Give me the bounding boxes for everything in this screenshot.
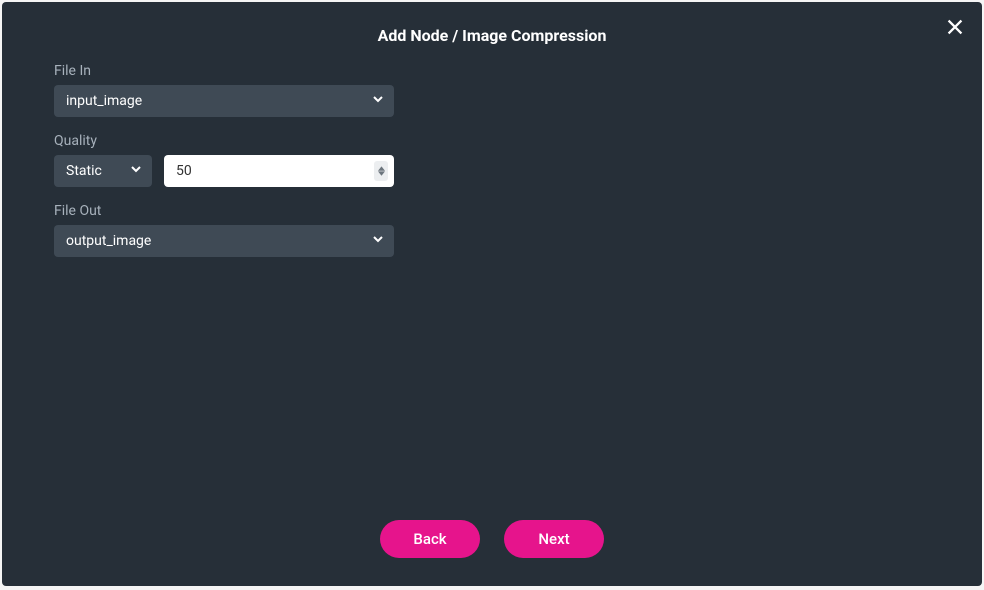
next-button[interactable]: Next	[504, 520, 604, 558]
number-stepper-icon[interactable]	[374, 161, 388, 181]
modal-footer: Back Next	[2, 496, 982, 586]
quality-mode-value: Static	[66, 163, 102, 179]
file-in-label: File In	[54, 63, 930, 79]
quality-value: 50	[176, 163, 192, 179]
modal-title: Add Node / Image Compression	[2, 26, 982, 45]
file-in-select[interactable]: input_image	[54, 85, 394, 117]
back-button[interactable]: Back	[380, 520, 480, 558]
add-node-modal: Add Node / Image Compression File In inp…	[2, 2, 982, 586]
modal-body: File In input_image Quality Static 50	[2, 63, 982, 496]
file-in-value: input_image	[66, 93, 142, 109]
quality-value-input[interactable]: 50	[164, 155, 394, 187]
chevron-down-icon	[372, 93, 384, 109]
close-icon	[944, 16, 966, 42]
chevron-down-icon	[130, 163, 142, 179]
quality-mode-select[interactable]: Static	[54, 155, 152, 187]
file-in-field: File In input_image	[54, 63, 930, 117]
file-out-value: output_image	[66, 233, 151, 249]
file-out-field: File Out output_image	[54, 203, 930, 257]
close-button[interactable]	[944, 16, 966, 42]
chevron-down-icon	[372, 233, 384, 249]
quality-row: Static 50	[54, 155, 930, 187]
modal-header: Add Node / Image Compression	[2, 2, 982, 63]
file-out-label: File Out	[54, 203, 930, 219]
file-out-select[interactable]: output_image	[54, 225, 394, 257]
quality-label: Quality	[54, 133, 930, 149]
quality-field: Quality Static 50	[54, 133, 930, 187]
